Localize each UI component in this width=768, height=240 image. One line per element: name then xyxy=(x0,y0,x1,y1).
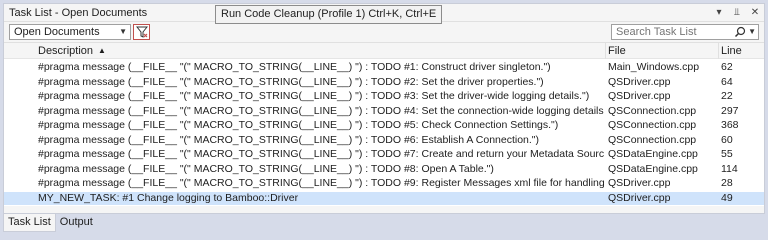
table-header: Description ▲ File Line xyxy=(4,43,764,59)
scope-value: Open Documents xyxy=(14,26,100,38)
file-cell: QSDriver.cpp xyxy=(608,75,671,88)
column-header-line[interactable]: Line xyxy=(721,44,742,58)
file-cell: QSDriver.cpp xyxy=(608,177,671,189)
table-row[interactable]: #pragma message (__FILE__ "(" MACRO_TO_S… xyxy=(4,105,764,118)
line-cell: 60 xyxy=(721,133,733,146)
column-divider[interactable] xyxy=(605,43,606,59)
search-icon[interactable] xyxy=(734,26,746,38)
file-cell: QSConnection.cpp xyxy=(608,133,697,146)
description-cell: #pragma message (__FILE__ "(" MACRO_TO_S… xyxy=(38,133,540,146)
line-cell: 64 xyxy=(721,75,733,88)
table-row[interactable]: #pragma message (__FILE__ "(" MACRO_TO_S… xyxy=(4,61,764,74)
description-cell: #pragma message (__FILE__ "(" MACRO_TO_S… xyxy=(38,104,604,117)
column-header-description[interactable]: Description ▲ xyxy=(38,44,106,58)
tab-output[interactable]: Output xyxy=(56,214,97,232)
file-cell: QSConnection.cpp xyxy=(608,119,697,131)
window-position-dropdown-icon[interactable]: ▾ xyxy=(714,6,724,19)
search-box: ▼ xyxy=(611,24,759,40)
search-options-dropdown-icon[interactable]: ▼ xyxy=(748,25,756,39)
table-row[interactable]: #pragma message (__FILE__ "(" MACRO_TO_S… xyxy=(4,163,764,176)
line-cell: 62 xyxy=(721,61,733,73)
close-icon[interactable]: ✕ xyxy=(750,6,760,19)
file-cell: Main_Windows.cpp xyxy=(608,61,700,73)
column-header-file[interactable]: File xyxy=(608,44,626,58)
bottom-tab-strip: Task List Output xyxy=(3,214,97,232)
description-cell: #pragma message (__FILE__ "(" MACRO_TO_S… xyxy=(38,75,544,88)
table-row[interactable]: #pragma message (__FILE__ "(" MACRO_TO_S… xyxy=(4,119,764,132)
chevron-down-icon: ▼ xyxy=(119,27,127,36)
scope-dropdown[interactable]: Open Documents ▼ xyxy=(9,24,131,40)
table-row[interactable]: #pragma message (__FILE__ "(" MACRO_TO_S… xyxy=(4,148,764,161)
filter-button[interactable] xyxy=(133,24,150,40)
file-cell: QSDriver.cpp xyxy=(608,90,671,102)
table-row[interactable]: MY_NEW_TASK: #1 Change logging to Bamboo… xyxy=(4,191,764,205)
line-cell: 22 xyxy=(721,90,733,102)
pin-icon[interactable]: ⫫ xyxy=(732,6,742,19)
line-cell: 368 xyxy=(721,119,739,131)
search-input[interactable] xyxy=(612,25,730,39)
task-list-panel: Task List - Open Documents ▾ ⫫ ✕ Open Do… xyxy=(3,3,765,214)
table-row[interactable]: #pragma message (__FILE__ "(" MACRO_TO_S… xyxy=(4,90,764,103)
description-cell: #pragma message (__FILE__ "(" MACRO_TO_S… xyxy=(38,119,559,131)
task-table: Description ▲ File Line #pragma message (… xyxy=(4,42,764,206)
file-cell: QSDataEngine.cpp xyxy=(608,162,698,175)
tooltip: Run Code Cleanup (Profile 1) Ctrl+K, Ctr… xyxy=(215,5,443,24)
column-divider[interactable] xyxy=(718,43,719,59)
table-row[interactable]: #pragma message (__FILE__ "(" MACRO_TO_S… xyxy=(4,177,764,190)
line-cell: 28 xyxy=(721,177,733,189)
table-row[interactable]: #pragma message (__FILE__ "(" MACRO_TO_S… xyxy=(4,76,764,89)
filter-icon xyxy=(136,26,148,38)
description-cell: #pragma message (__FILE__ "(" MACRO_TO_S… xyxy=(38,61,551,73)
line-cell: 114 xyxy=(721,162,738,175)
description-cell: MY_NEW_TASK: #1 Change logging to Bamboo… xyxy=(38,191,299,204)
file-cell: QSDriver.cpp xyxy=(608,191,671,204)
description-cell: #pragma message (__FILE__ "(" MACRO_TO_S… xyxy=(38,148,604,160)
line-cell: 49 xyxy=(721,191,733,204)
sort-ascending-icon: ▲ xyxy=(98,46,106,55)
toolbar: Open Documents ▼ ▼ xyxy=(4,22,764,42)
line-cell: 55 xyxy=(721,148,733,160)
description-cell: #pragma message (__FILE__ "(" MACRO_TO_S… xyxy=(38,90,590,102)
line-cell: 297 xyxy=(721,104,739,117)
panel-title: Task List - Open Documents xyxy=(9,7,148,19)
tab-task-list[interactable]: Task List xyxy=(3,214,56,232)
window-controls: ▾ ⫫ ✕ xyxy=(714,6,760,19)
table-row[interactable]: #pragma message (__FILE__ "(" MACRO_TO_S… xyxy=(4,134,764,147)
description-cell: #pragma message (__FILE__ "(" MACRO_TO_S… xyxy=(38,162,494,175)
description-cell: #pragma message (__FILE__ "(" MACRO_TO_S… xyxy=(38,177,604,189)
file-cell: QSDataEngine.cpp xyxy=(608,148,698,160)
file-cell: QSConnection.cpp xyxy=(608,104,697,117)
